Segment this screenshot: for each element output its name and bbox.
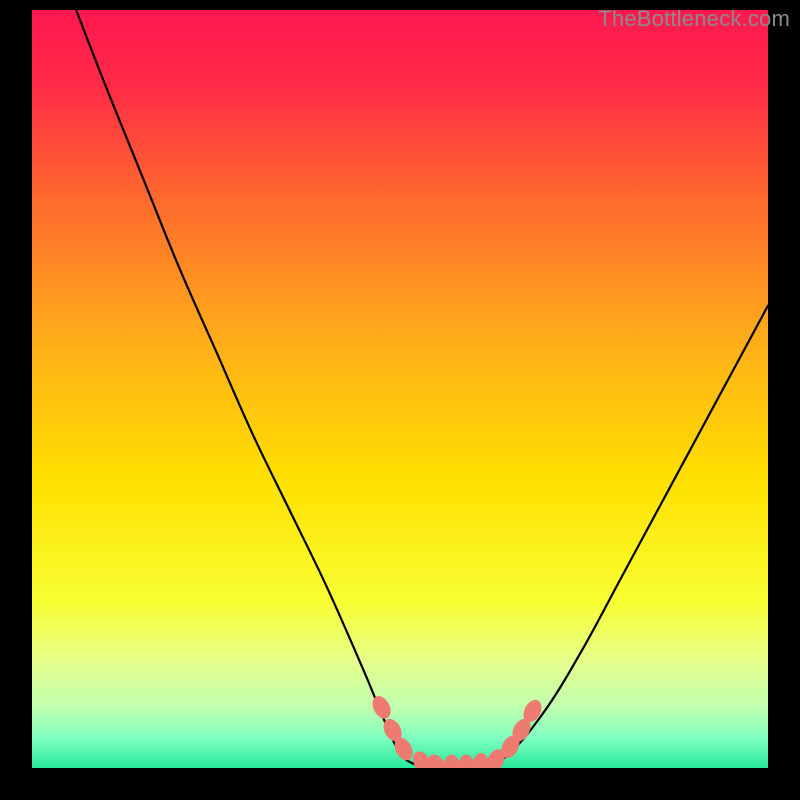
watermark-text: TheBottleneck.com — [598, 6, 790, 32]
gradient-background — [32, 10, 768, 768]
chart-plot-area — [32, 10, 768, 768]
bottleneck-chart — [32, 10, 768, 768]
chart-frame: TheBottleneck.com — [0, 0, 800, 800]
